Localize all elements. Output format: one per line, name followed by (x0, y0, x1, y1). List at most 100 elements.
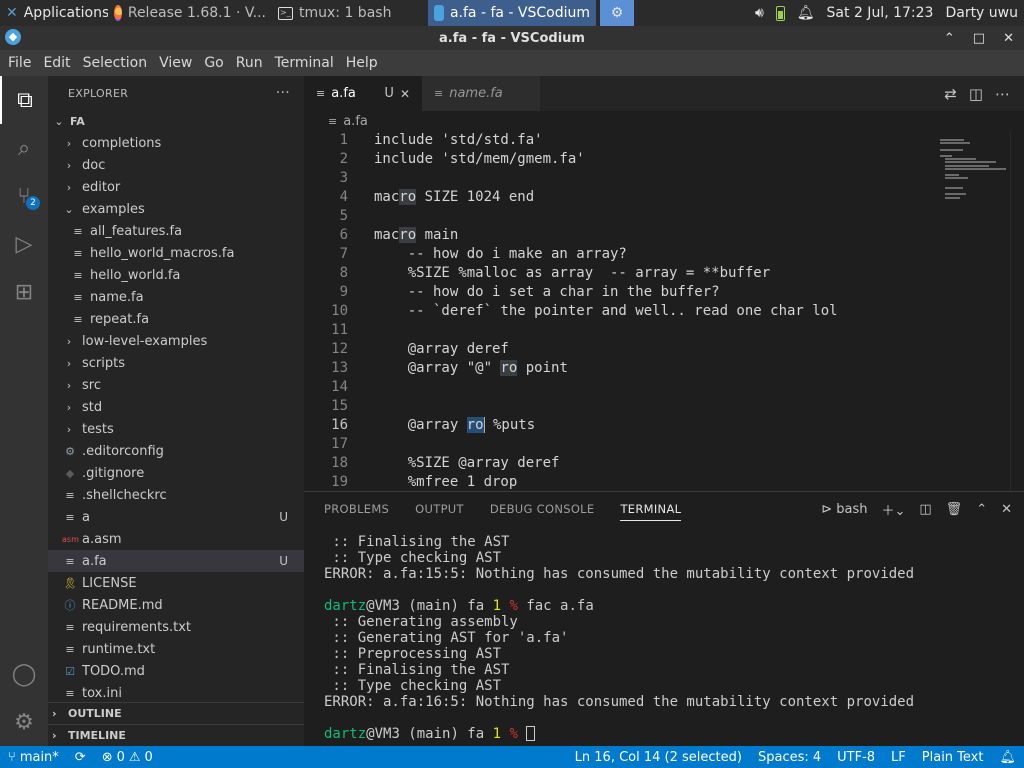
tree-item[interactable]: › tests (48, 418, 304, 440)
tab-problems[interactable]: PROBLEMS (324, 502, 389, 516)
maximize-panel-icon[interactable]: ⌃ (976, 502, 987, 517)
line-number: 16 (331, 417, 348, 433)
outline-section[interactable]: › OUTLINE (48, 702, 304, 724)
tree-item[interactable]: 🎗︎ LICENSE (48, 572, 304, 594)
tab-a-fa[interactable]: ≡ a.fa U ✕ (304, 76, 422, 111)
user-menu[interactable]: Darty uwu (945, 5, 1018, 21)
tree-item[interactable]: ≡ a U (48, 506, 304, 528)
indentation[interactable]: Spaces: 4 (750, 750, 829, 765)
encoding[interactable]: UTF-8 (829, 750, 883, 765)
menu-file[interactable]: File (2, 55, 37, 71)
split-terminal-icon[interactable]: ◫ (919, 502, 931, 517)
tree-item[interactable]: ≡ repeat.fa (48, 308, 304, 330)
taskbar-terminal[interactable]: >_ tmux: 1 bash (272, 0, 428, 26)
notifications-button[interactable]: 🔔︎ (991, 750, 1024, 765)
tree-item[interactable]: › low-level-examples (48, 330, 304, 352)
editor-scrollbar[interactable] (1010, 131, 1024, 491)
tree-item[interactable]: ☑ TODO.md (48, 660, 304, 682)
new-terminal-icon[interactable]: ＋⌄ (881, 500, 905, 519)
minimize-button[interactable]: ⌃ (944, 31, 955, 46)
system-taskbar: ✕ Applications Release 1.68.1 · V... >_ … (0, 0, 1024, 26)
clock[interactable]: Sat 2 Jul, 17:23 (827, 5, 934, 21)
volume-icon[interactable]: 🔊︎ (755, 5, 764, 21)
tree-item[interactable]: ⌄ examples (48, 198, 304, 220)
tree-item[interactable]: › src (48, 374, 304, 396)
more-actions-icon[interactable]: ⋯ (995, 85, 1010, 103)
tree-item[interactable]: ≡ tox.ini (48, 682, 304, 704)
tab-terminal[interactable]: TERMINAL (620, 497, 682, 521)
extensions-icon: ⊞ (14, 279, 34, 305)
close-panel-icon[interactable]: ✕ (1001, 502, 1012, 517)
tree-item[interactable]: ≡ hello_world.fa (48, 264, 304, 286)
tab-name-fa[interactable]: ≡ name.fa (422, 76, 540, 111)
problems-indicator[interactable]: ⊗ 0 ⚠ 0 (94, 750, 161, 765)
terminal-shell-selector[interactable]: ⊳ bash (821, 502, 867, 517)
manage-activity[interactable]: ⚙ (0, 698, 48, 746)
folder-label: tests (82, 421, 114, 437)
menu-help[interactable]: Help (340, 55, 384, 71)
file-label: .gitignore (82, 465, 145, 481)
taskbar-workspace[interactable]: ⚙ (600, 0, 634, 26)
menu-go[interactable]: Go (198, 55, 229, 71)
tree-item[interactable]: ≡ a.fa U (48, 550, 304, 572)
menu-terminal[interactable]: Terminal (269, 55, 340, 71)
maximize-button[interactable]: □ (973, 31, 985, 46)
file-label: all_features.fa (90, 223, 183, 239)
close-window-button[interactable]: ✕ (1003, 31, 1014, 46)
accounts-activity[interactable]: ◯ (0, 650, 48, 698)
tree-item[interactable]: › doc (48, 154, 304, 176)
root-folder[interactable]: ⌄ FA (48, 110, 304, 132)
tree-item[interactable]: › editor (48, 176, 304, 198)
tree-item[interactable]: ≡ name.fa (48, 286, 304, 308)
code-editor[interactable]: 1 include 'std/std.fa' 2 include 'std/mem/g… (304, 131, 1024, 491)
breadcrumb[interactable]: ≡ a.fa (304, 111, 1024, 131)
sync-button[interactable]: ⟳ (67, 750, 94, 765)
tab-output[interactable]: OUTPUT (415, 502, 464, 516)
timeline-section[interactable]: › TIMELINE (48, 724, 304, 746)
tree-item[interactable]: › completions (48, 132, 304, 154)
breadcrumb-file[interactable]: a.fa (343, 114, 368, 129)
search-activity[interactable]: ⌕ (0, 124, 48, 172)
tree-item[interactable]: ⓘ README.md (48, 594, 304, 616)
end-of-line[interactable]: LF (883, 750, 914, 765)
tree-item[interactable]: ⚙ .editorconfig (48, 440, 304, 462)
taskbar-vscodium-label: a.fa - fa - VSCodium (449, 5, 590, 21)
applications-menu[interactable]: ✕ Applications (0, 0, 108, 26)
file-icon: ≡ (65, 554, 75, 568)
tree-item[interactable]: ≡ hello_world_macros.fa (48, 242, 304, 264)
run-debug-activity[interactable]: ▷ (0, 220, 48, 268)
explorer-activity[interactable]: ⧉ (0, 76, 48, 124)
taskbar-firefox[interactable]: Release 1.68.1 · V... (108, 0, 272, 26)
error-count: 0 (116, 749, 125, 765)
split-editor-icon[interactable]: ◫ (969, 85, 983, 103)
menu-run[interactable]: Run (230, 55, 269, 71)
menu-edit[interactable]: Edit (37, 55, 76, 71)
trash-icon[interactable]: 🗑︎ (946, 502, 963, 517)
menu-view[interactable]: View (153, 55, 198, 71)
notification-icon[interactable]: 🔔︎ (797, 5, 815, 21)
tree-item[interactable]: ◆ .gitignore (48, 462, 304, 484)
taskbar-vscodium[interactable]: a.fa - fa - VSCodium (428, 0, 596, 26)
tree-item[interactable]: › scripts (48, 352, 304, 374)
source-control-activity[interactable]: ⑂ (0, 172, 48, 220)
cursor-position[interactable]: Ln 16, Col 14 (2 selected) (567, 750, 750, 765)
occurrence-highlight: ro (399, 227, 417, 243)
close-icon[interactable]: ✕ (400, 87, 410, 101)
compare-icon[interactable]: ⇄ (944, 85, 957, 103)
tree-item[interactable]: ≡ requirements.txt (48, 616, 304, 638)
tree-item[interactable]: › std (48, 396, 304, 418)
folder-label: scripts (82, 355, 125, 371)
minimap[interactable] (940, 131, 1010, 491)
tree-item[interactable]: ≡ all_features.fa (48, 220, 304, 242)
battery-icon[interactable] (775, 5, 785, 21)
tree-item[interactable]: ≡ runtime.txt (48, 638, 304, 660)
extensions-activity[interactable]: ⊞ (0, 268, 48, 316)
branch-indicator[interactable]: ⑂ main* (0, 750, 67, 765)
menu-selection[interactable]: Selection (77, 55, 154, 71)
tree-item[interactable]: ≡ .shellcheckrc (48, 484, 304, 506)
tab-debug-console[interactable]: DEBUG CONSOLE (490, 502, 595, 516)
terminal-output[interactable]: :: Finalising the AST :: Type checking A… (324, 534, 1014, 742)
language-mode[interactable]: Plain Text (914, 750, 992, 765)
more-actions-icon[interactable]: ··· (276, 85, 290, 101)
tree-item[interactable]: asm a.asm (48, 528, 304, 550)
